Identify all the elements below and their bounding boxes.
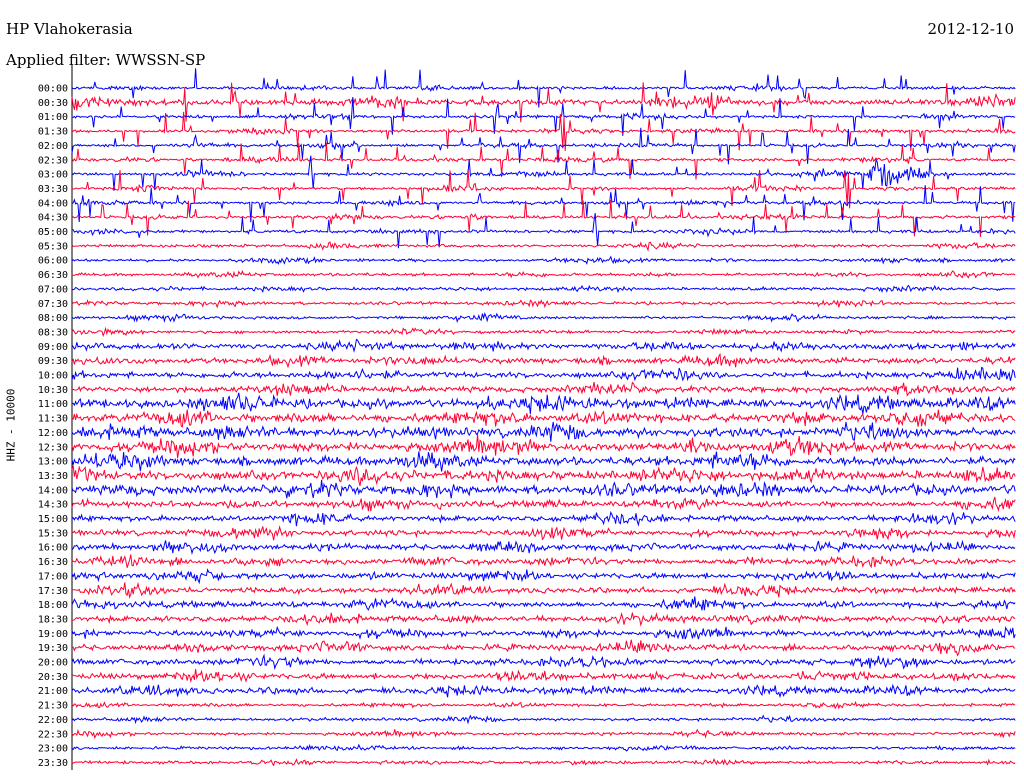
row-time-label: 13:00 — [38, 457, 68, 468]
trace-row — [71, 381, 1016, 397]
helicorder-plot: 00:00 00:30 01:00 01:30 02:00 02:30 03:00 03:30… — [38, 65, 1016, 770]
row-time-label: 06:30 — [38, 270, 68, 281]
row-time-label: 17:00 — [38, 571, 68, 582]
row-time-label: 09:30 — [38, 356, 68, 367]
row-time-label: 00:00 — [38, 84, 68, 95]
trace-row — [71, 612, 1016, 627]
trace-row — [71, 299, 1016, 309]
row-time-label: 21:00 — [38, 686, 68, 697]
trace-row — [71, 421, 1016, 442]
trace-row — [71, 284, 1016, 294]
row-time-label: 20:00 — [38, 658, 68, 669]
row-time-label: 18:00 — [38, 600, 68, 611]
trace-row — [71, 525, 1016, 541]
row-time-label: 16:30 — [38, 557, 68, 568]
row-time-label: 19:00 — [38, 629, 68, 640]
row-time-label: 11:30 — [38, 414, 68, 425]
trace-row — [71, 625, 1016, 640]
trace-row — [71, 352, 1016, 369]
row-time-label: 08:30 — [38, 327, 68, 338]
trace-row — [71, 639, 1016, 657]
trace-row — [71, 668, 1016, 684]
row-time-label: 12:00 — [38, 428, 68, 439]
row-time-label: 21:30 — [38, 701, 68, 712]
row-time-label: 17:30 — [38, 586, 68, 597]
trace-row — [71, 700, 1016, 710]
trace-row — [71, 743, 1016, 752]
row-time-label: 23:00 — [38, 744, 68, 755]
row-time-label: 04:30 — [38, 213, 68, 224]
trace-row — [71, 757, 1016, 767]
trace-row — [71, 312, 1016, 324]
row-time-label: 02:30 — [38, 155, 68, 166]
row-time-label: 14:30 — [38, 500, 68, 511]
row-time-label: 14:00 — [38, 485, 68, 496]
trace-row — [71, 255, 1016, 265]
row-time-label: 22:30 — [38, 729, 68, 740]
trace-row — [71, 714, 1016, 725]
row-time-label: 06:00 — [38, 256, 68, 267]
trace-row — [71, 581, 1016, 599]
trace-row — [71, 392, 1016, 414]
trace-row — [71, 728, 1016, 740]
row-time-label: 13:30 — [38, 471, 68, 482]
row-time-label: 09:00 — [38, 342, 68, 353]
row-time-label: 22:00 — [38, 715, 68, 726]
row-time-label: 15:30 — [38, 528, 68, 539]
row-time-label: 08:00 — [38, 313, 68, 324]
trace-row — [71, 554, 1016, 569]
row-time-label: 01:00 — [38, 112, 68, 123]
row-time-label: 16:00 — [38, 543, 68, 554]
trace-row — [71, 539, 1016, 556]
row-time-label: 10:30 — [38, 385, 68, 396]
row-time-label: 05:30 — [38, 241, 68, 252]
row-time-label: 07:00 — [38, 284, 68, 295]
row-time-label: 02:00 — [38, 141, 68, 152]
trace-row — [71, 326, 1016, 338]
row-time-label: 23:30 — [38, 758, 68, 769]
trace-row — [71, 241, 1016, 252]
trace-row — [71, 465, 1016, 487]
trace-row — [71, 510, 1016, 527]
trace-row — [71, 568, 1016, 585]
row-time-label: 18:30 — [38, 614, 68, 625]
trace-row — [71, 596, 1016, 611]
row-time-label: 07:30 — [38, 299, 68, 310]
row-time-label: 03:30 — [38, 184, 68, 195]
trace-row — [71, 653, 1016, 671]
row-time-label: 15:00 — [38, 514, 68, 525]
trace-row — [71, 409, 1016, 428]
trace-row — [71, 366, 1016, 382]
trace-row — [71, 451, 1016, 472]
row-time-label: 01:30 — [38, 127, 68, 138]
row-time-label: 11:00 — [38, 399, 68, 410]
row-time-label: 03:00 — [38, 170, 68, 181]
trace-row — [71, 479, 1016, 499]
trace-row — [71, 269, 1016, 279]
row-time-label: 19:30 — [38, 643, 68, 654]
trace-row — [71, 496, 1016, 512]
trace-row — [71, 683, 1016, 699]
row-time-label: 10:00 — [38, 371, 68, 382]
row-time-label: 20:30 — [38, 672, 68, 683]
trace-row — [71, 338, 1016, 353]
row-time-label: 00:30 — [38, 98, 68, 109]
row-time-label: 12:30 — [38, 442, 68, 453]
row-time-label: 05:00 — [38, 227, 68, 238]
row-time-label: 04:00 — [38, 198, 68, 209]
